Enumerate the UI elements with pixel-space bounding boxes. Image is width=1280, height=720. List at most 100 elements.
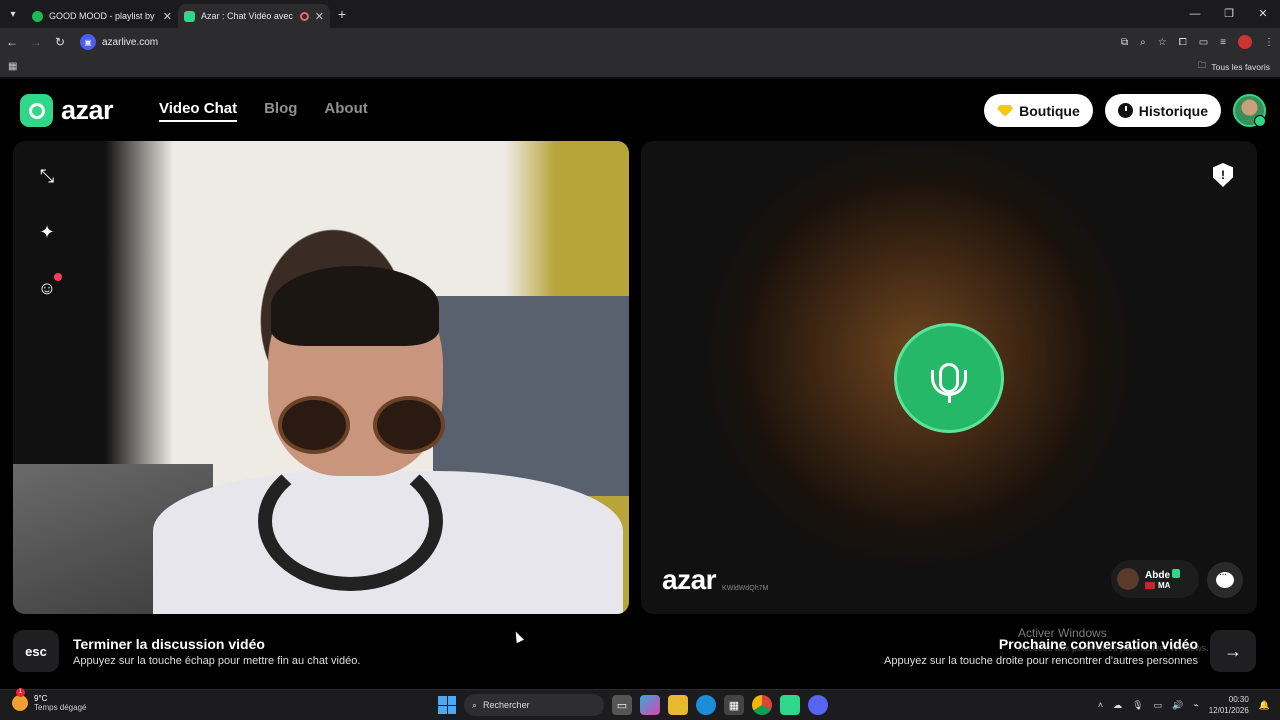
media-control-icon[interactable]: ≡ <box>1220 37 1226 48</box>
new-tab-button[interactable]: + <box>330 6 354 22</box>
video-headphones <box>258 451 443 591</box>
address-bar: ← → ↻ ▣ azarlive.com ⧉ ⌕ ☆ ⧠ ▭ ≡ ⋮ <box>0 28 1280 56</box>
chat-bubble-icon <box>1216 569 1234 588</box>
all-bookmarks[interactable]: 🗀 Tous les favoris <box>1198 60 1270 74</box>
apps-grid-icon[interactable]: ▦ <box>8 61 17 72</box>
history-label: Historique <box>1138 102 1208 119</box>
partner-badge[interactable]: Abde MA <box>1111 560 1199 598</box>
partner-name: Abde <box>1145 569 1170 581</box>
copilot-icon[interactable] <box>640 695 660 715</box>
forward-icon[interactable]: → <box>24 35 48 49</box>
video-sunglasses <box>278 396 478 456</box>
next-chat-subtitle: Appuyez sur la touche droite pour rencon… <box>884 654 1198 667</box>
windows-start-icon[interactable] <box>438 696 456 714</box>
verified-icon <box>1172 568 1180 578</box>
edge-icon[interactable] <box>696 695 716 715</box>
main-nav: Video Chat Blog About <box>159 100 368 122</box>
reload-icon[interactable]: ↻ <box>48 35 72 49</box>
close-tab-icon[interactable]: ✕ <box>315 10 324 23</box>
esc-key-button[interactable]: esc <box>13 630 59 672</box>
cloud-icon[interactable]: ☁ <box>1113 700 1122 711</box>
gem-icon <box>997 104 1014 117</box>
local-video <box>13 141 629 614</box>
clock-time: 00:30 <box>1228 695 1249 704</box>
extensions-icon[interactable]: ⧠ <box>1179 37 1187 48</box>
tab-spotify[interactable]: GOOD MOOD - playlist by Csa ✕ <box>26 4 178 28</box>
close-tab-icon[interactable]: ✕ <box>163 10 172 23</box>
spotify-favicon-icon <box>32 10 43 22</box>
url-field[interactable]: ▣ azarlive.com <box>80 34 158 50</box>
end-chat-subtitle: Appuyez sur la touche échap pour mettre … <box>73 654 361 667</box>
site-info-icon[interactable]: ▣ <box>80 34 96 50</box>
video-hair <box>271 266 439 346</box>
cast-icon[interactable]: ⧉ <box>1121 37 1128 48</box>
taskbar-search[interactable]: ⌕ Rechercher <box>464 694 604 716</box>
nav-blog[interactable]: Blog <box>264 100 297 122</box>
close-window-icon[interactable]: ✕ <box>1246 0 1280 28</box>
system-clock[interactable]: 00:30 12/01/2026 <box>1209 694 1249 716</box>
notification-bell-icon[interactable]: 🔔 <box>1259 700 1270 711</box>
flag-icon <box>1145 581 1155 589</box>
end-chat-hint: esc Terminer la discussion vidéo Appuyez… <box>13 630 360 672</box>
face-filter-icon[interactable]: ☺ <box>36 273 62 299</box>
end-chat-title: Terminer la discussion vidéo <box>73 635 265 652</box>
network-icon[interactable]: ⌁ <box>1193 700 1198 711</box>
restore-icon[interactable]: ❐ <box>1212 0 1246 28</box>
shop-button[interactable]: Boutique <box>984 94 1093 127</box>
mic-tray-icon[interactable]: 🎙 <box>1132 700 1143 711</box>
partner-country: MA <box>1158 580 1171 590</box>
back-icon[interactable]: ← <box>0 35 24 49</box>
browser-tab-bar: ▾ GOOD MOOD - playlist by Csa ✕ Azar : C… <box>0 0 1280 28</box>
bookmark-star-icon[interactable]: ☆ <box>1158 37 1167 48</box>
weather-desc: Temps dégagé <box>34 703 87 712</box>
zoom-icon[interactable]: ⌕ <box>1140 37 1146 48</box>
azar-favicon-icon <box>184 10 195 22</box>
search-placeholder: Rechercher <box>483 700 530 710</box>
display-icon[interactable]: ▭ <box>1154 700 1163 711</box>
chat-button[interactable] <box>1207 562 1243 598</box>
microphone-button[interactable] <box>894 323 1004 433</box>
discord-icon[interactable] <box>808 695 828 715</box>
nav-video-chat[interactable]: Video Chat <box>159 100 238 122</box>
minimize-icon[interactable]: — <box>1178 0 1212 28</box>
microphone-stem <box>947 392 951 403</box>
azar-watermark: azar KWldWdQh7M <box>662 564 768 596</box>
user-avatar[interactable] <box>1233 94 1266 127</box>
watermark-id: KWldWdQh7M <box>722 585 769 592</box>
site-header: azar Video Chat Blog About Boutique Hist… <box>0 79 1280 141</box>
file-explorer-icon[interactable] <box>668 695 688 715</box>
nav-about[interactable]: About <box>324 100 367 122</box>
tab-search-icon[interactable]: ▾ <box>0 0 26 28</box>
recording-icon <box>299 11 309 21</box>
notification-dot <box>54 273 62 281</box>
mouse-cursor-icon <box>512 629 524 644</box>
tab-title: GOOD MOOD - playlist by Csa <box>49 11 157 21</box>
weather-widget[interactable]: 9°C Temps dégagé <box>12 688 87 712</box>
tab-azar[interactable]: Azar : Chat Vidéo avec de n ✕ <box>178 4 330 28</box>
header-actions: Boutique Historique <box>984 94 1266 127</box>
watermark-logo: azar <box>662 564 717 595</box>
profile-avatar[interactable] <box>1238 35 1252 49</box>
azar-logo-icon <box>20 94 53 127</box>
shop-label: Boutique <box>1019 102 1080 119</box>
chevron-up-icon[interactable]: ˄ <box>1098 700 1103 710</box>
next-chat-hint: Prochaine conversation vidéo Appuyez sur… <box>884 630 1256 672</box>
history-button[interactable]: Historique <box>1104 94 1221 127</box>
sidebar-icon[interactable]: ▭ <box>1199 37 1208 48</box>
report-shield-icon[interactable]: ! <box>1213 163 1233 187</box>
store-icon[interactable]: ▦ <box>724 695 744 715</box>
next-arrow-button[interactable]: → <box>1210 630 1256 672</box>
volume-icon[interactable]: 🔊 <box>1172 700 1183 711</box>
bookmarks-bar: ▦ 🗀 Tous les favoris <box>0 56 1280 78</box>
android-app-icon[interactable] <box>780 695 800 715</box>
temperature: 9°C <box>34 694 48 703</box>
video-tools: ⤡ ✦ ☺ <box>36 165 62 299</box>
folder-icon: 🗀 <box>1197 59 1207 70</box>
url-text: azarlive.com <box>102 36 159 48</box>
chrome-icon[interactable] <box>752 695 772 715</box>
azar-logo[interactable]: azar <box>20 94 114 127</box>
collapse-icon[interactable]: ⤡ <box>36 165 58 187</box>
effects-sparkle-icon[interactable]: ✦ <box>36 221 58 243</box>
task-view-icon[interactable]: ▭ <box>612 695 632 715</box>
menu-icon[interactable]: ⋮ <box>1264 37 1274 48</box>
